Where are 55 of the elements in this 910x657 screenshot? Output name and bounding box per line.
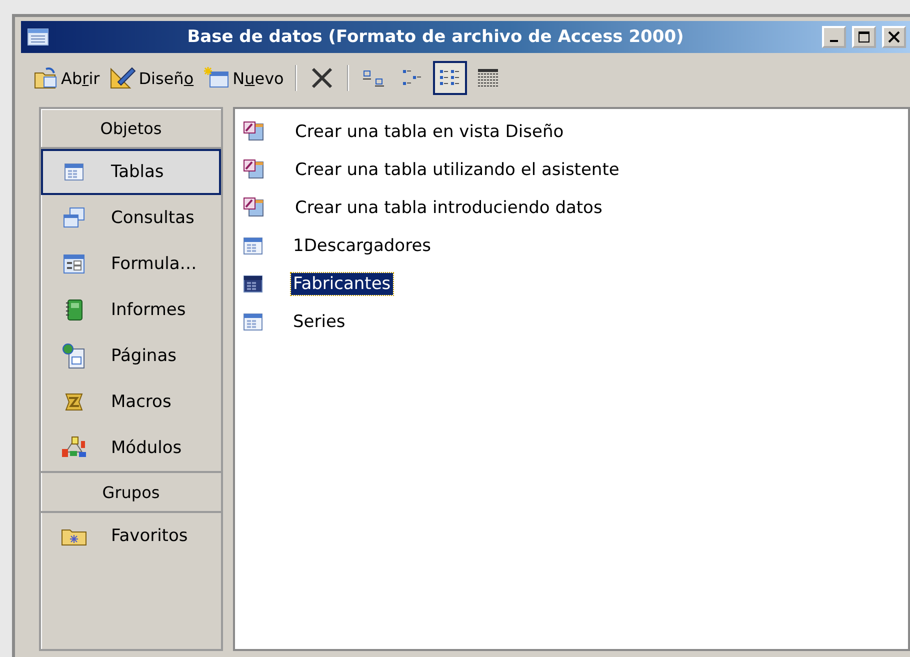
table-icon — [243, 237, 263, 255]
wizard-icon — [243, 159, 265, 181]
object-type-label: Tablas — [111, 162, 164, 182]
design-button[interactable]: Diseño — [106, 65, 197, 91]
table-icon — [243, 275, 263, 293]
object-type-label: Páginas — [111, 346, 176, 366]
scroll-icon — [63, 392, 85, 412]
list-item[interactable]: Fabricantes — [291, 273, 393, 295]
list-item[interactable]: Crear una tabla utilizando el asistente — [293, 159, 622, 181]
table-icon — [243, 313, 263, 331]
object-type-item[interactable]: Tablas — [41, 149, 221, 195]
query-icon — [62, 207, 86, 229]
close-icon — [888, 31, 900, 43]
wizard-icon — [243, 197, 265, 219]
open-button[interactable]: Abrir — [31, 65, 103, 91]
window-title: Base de datos (Formato de archivo de Access 2000) — [186, 27, 685, 47]
maximize-icon — [858, 31, 870, 43]
object-type-item[interactable]: Macros — [41, 379, 221, 425]
web-page-icon — [62, 343, 86, 369]
groups-header[interactable]: Grupos — [41, 471, 221, 513]
ruler-pencil-icon — [110, 67, 136, 89]
notebook-icon — [65, 299, 83, 321]
maximize-button[interactable] — [852, 26, 876, 48]
form-icon — [63, 254, 85, 274]
object-type-label: Formula… — [111, 254, 197, 274]
table-icon — [64, 163, 84, 181]
object-type-item[interactable]: Módulos — [41, 425, 221, 471]
new-button[interactable]: Nuevo — [200, 65, 287, 91]
list-item[interactable]: Crear una tabla introduciendo datos — [293, 197, 604, 219]
group-label: Favoritos — [111, 526, 188, 546]
large-icons-icon — [362, 69, 386, 87]
list-item[interactable]: Crear una tabla en vista Diseño — [293, 121, 566, 143]
small-icons-icon — [400, 68, 423, 88]
wizard-icon — [243, 121, 265, 143]
minimize-button[interactable] — [822, 26, 846, 48]
details-icon — [476, 67, 500, 89]
new-table-icon — [204, 67, 230, 89]
folder-icon — [34, 67, 58, 89]
object-type-item[interactable]: Páginas — [41, 333, 221, 379]
object-type-item[interactable]: Consultas — [41, 195, 221, 241]
object-type-item[interactable]: Formula… — [41, 241, 221, 287]
module-icon — [61, 436, 87, 460]
database-icon — [27, 27, 49, 47]
object-type-label: Informes — [111, 300, 186, 320]
close-button[interactable] — [882, 26, 906, 48]
list-view-button[interactable] — [432, 61, 467, 95]
delete-icon — [310, 67, 333, 89]
object-type-label: Macros — [111, 392, 172, 412]
minimize-icon — [830, 40, 838, 42]
list-item[interactable]: 1Descargadores — [291, 235, 434, 257]
object-type-label: Consultas — [111, 208, 194, 228]
group-item[interactable]: Favoritos — [41, 513, 221, 559]
list-item[interactable]: Series — [291, 311, 348, 333]
object-type-label: Módulos — [111, 438, 182, 458]
object-type-item[interactable]: Informes — [41, 287, 221, 333]
